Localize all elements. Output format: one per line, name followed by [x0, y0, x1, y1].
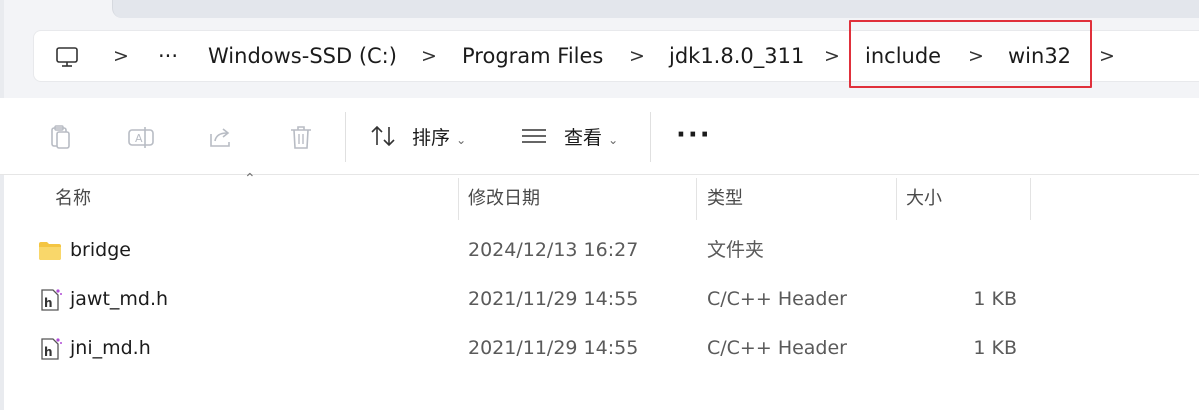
- sort-button[interactable]: 排序 ⌄: [370, 118, 466, 158]
- view-button[interactable]: 查看 ⌄: [520, 118, 618, 158]
- column-header-date[interactable]: 修改日期: [468, 182, 540, 216]
- toolbar-divider: [650, 112, 651, 162]
- toolbar-divider: [345, 112, 346, 162]
- paste-icon[interactable]: [46, 122, 76, 152]
- column-header-size[interactable]: 大小: [906, 182, 942, 216]
- svg-text:h: h: [44, 296, 53, 310]
- delete-icon[interactable]: [286, 122, 316, 152]
- highlight-annotation-box: [849, 20, 1092, 88]
- column-divider[interactable]: [1030, 178, 1031, 220]
- more-options-button[interactable]: ···: [676, 120, 712, 150]
- svg-text:A: A: [135, 132, 143, 145]
- file-size: 1 KB: [973, 337, 1017, 359]
- rename-icon[interactable]: A: [126, 122, 156, 152]
- share-icon[interactable]: [206, 122, 236, 152]
- file-date: 2021/11/29 14:55: [468, 288, 639, 310]
- breadcrumb-chevron[interactable]: >: [1099, 30, 1115, 82]
- breadcrumb-chevron[interactable]: >: [824, 30, 840, 82]
- chevron-down-icon: ⌄: [456, 133, 467, 147]
- sort-label: 排序: [412, 127, 451, 149]
- file-size: 1 KB: [973, 288, 1017, 310]
- file-name: bridge: [70, 239, 131, 261]
- list-item[interactable]: h jawt_md.h 2021/11/29 14:55 C/C++ Heade…: [0, 276, 1199, 322]
- header-file-icon: h: [41, 289, 62, 311]
- file-date: 2021/11/29 14:55: [468, 337, 639, 359]
- view-icon: [522, 129, 546, 143]
- column-divider[interactable]: [896, 178, 897, 220]
- tab-edge: [112, 0, 1199, 18]
- file-name: jni_md.h: [70, 337, 151, 359]
- folder-icon: [39, 242, 61, 260]
- column-divider[interactable]: [458, 178, 459, 220]
- breadcrumb-overflow-button[interactable]: ···: [158, 30, 178, 82]
- header-file-icon: h: [41, 338, 62, 360]
- breadcrumb-chevron[interactable]: >: [113, 30, 129, 82]
- breadcrumb-chevron[interactable]: >: [421, 30, 437, 82]
- column-divider[interactable]: [696, 178, 697, 220]
- list-item[interactable]: h jni_md.h 2021/11/29 14:55 C/C++ Header…: [0, 325, 1199, 371]
- list-item[interactable]: bridge 2024/12/13 16:27 文件夹: [0, 227, 1199, 273]
- sort-icon: [371, 125, 395, 147]
- breadcrumb-drive[interactable]: Windows-SSD (C:): [208, 30, 397, 82]
- file-type: C/C++ Header: [707, 288, 847, 310]
- column-header-name[interactable]: 名称: [55, 182, 91, 216]
- view-label: 查看: [564, 127, 603, 149]
- breadcrumb-jdk[interactable]: jdk1.8.0_311: [669, 30, 804, 82]
- file-name: jawt_md.h: [70, 288, 169, 310]
- svg-text:h: h: [44, 345, 53, 359]
- this-pc-icon[interactable]: [55, 30, 79, 82]
- file-date: 2024/12/13 16:27: [468, 239, 639, 261]
- breadcrumb-program-files[interactable]: Program Files: [462, 30, 603, 82]
- chevron-down-icon: ⌄: [608, 133, 619, 147]
- toolbar-bottom-divider: [0, 174, 1199, 175]
- file-type: C/C++ Header: [707, 337, 847, 359]
- sort-ascending-icon: ⌃: [244, 171, 256, 187]
- file-size: [937, 227, 1017, 273]
- file-type: 文件夹: [707, 239, 765, 261]
- breadcrumb-chevron[interactable]: >: [629, 30, 645, 82]
- column-header-type[interactable]: 类型: [707, 182, 743, 216]
